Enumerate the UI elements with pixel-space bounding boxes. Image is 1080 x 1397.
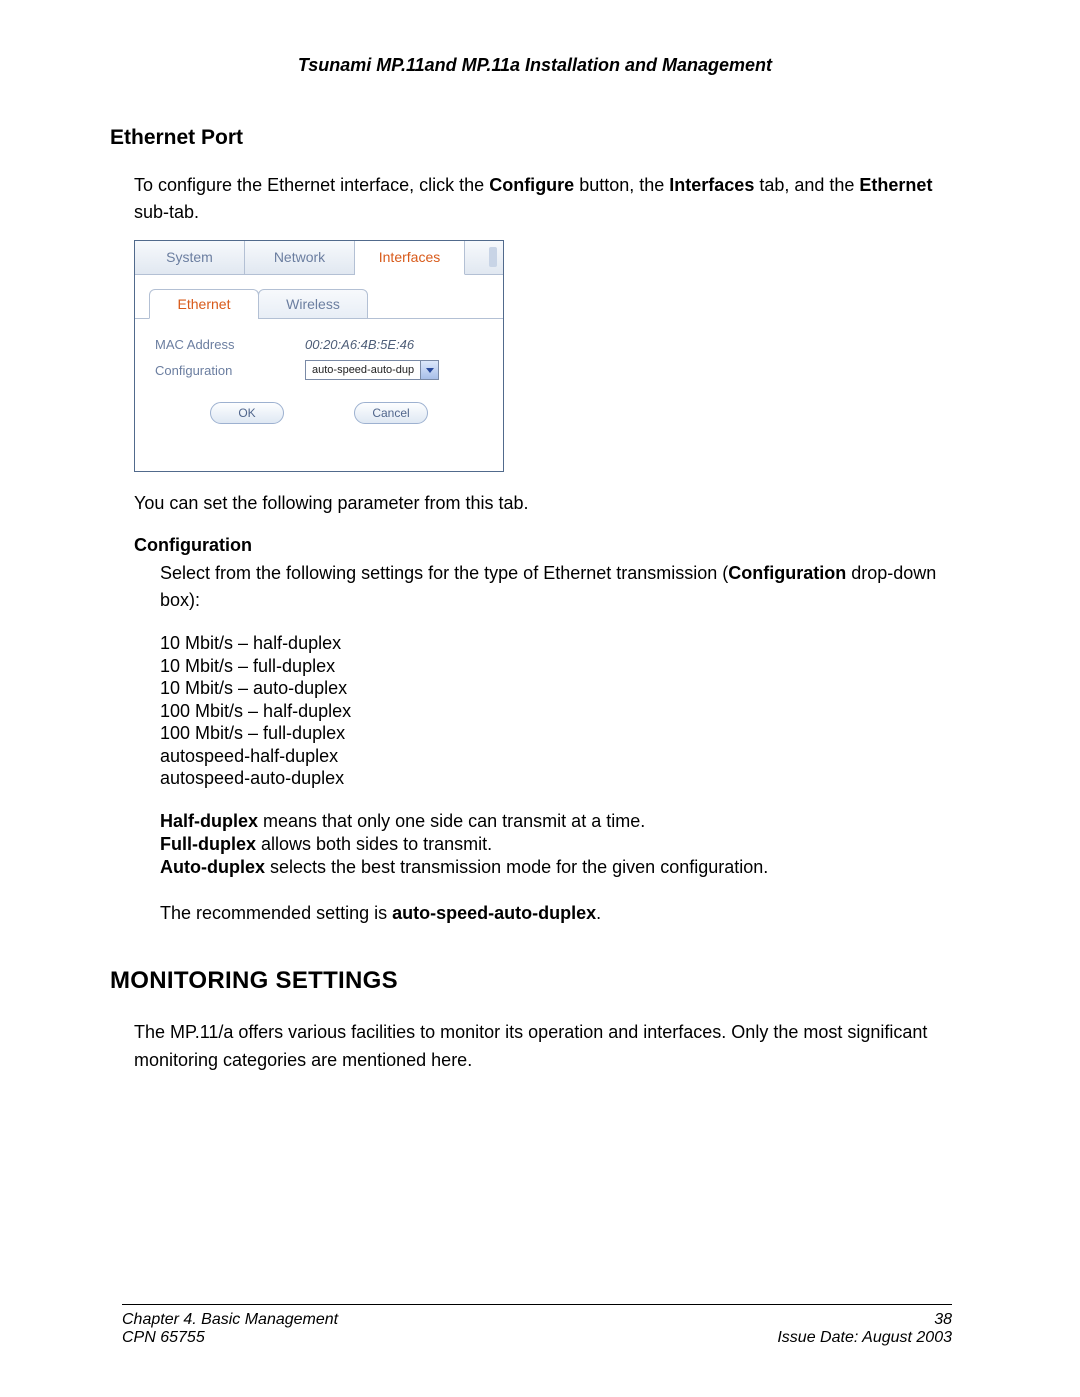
subtab-wireless[interactable]: Wireless bbox=[258, 289, 368, 319]
configuration-options-list: 10 Mbit/s – half-duplex 10 Mbit/s – full… bbox=[160, 632, 960, 790]
bold-interfaces: Interfaces bbox=[669, 175, 754, 195]
text: sub-tab. bbox=[134, 202, 199, 222]
tab-interfaces[interactable]: Interfaces bbox=[355, 241, 465, 275]
footer-issue-date: Issue Date: August 2003 bbox=[777, 1329, 952, 1347]
page-footer: Chapter 4. Basic Management 38 CPN 65755… bbox=[122, 1304, 952, 1347]
list-item: autospeed-half-duplex bbox=[160, 745, 960, 768]
tab-network[interactable]: Network bbox=[245, 241, 355, 275]
list-item: 100 Mbit/s – full-duplex bbox=[160, 722, 960, 745]
text: . bbox=[596, 903, 601, 923]
text: Select from the following settings for t… bbox=[160, 563, 728, 583]
value-mac-address: 00:20:A6:4B:5E:46 bbox=[305, 337, 414, 352]
heading-monitoring-settings: MONITORING SETTINGS bbox=[110, 967, 960, 995]
field-configuration: Configuration auto-speed-auto-dup bbox=[155, 360, 503, 380]
text-after-image: You can set the following parameter from… bbox=[134, 490, 960, 517]
monitoring-body: The MP.11/a offers various facilities to… bbox=[134, 1019, 960, 1075]
footer-cpn: CPN 65755 bbox=[122, 1329, 205, 1347]
cancel-button[interactable]: Cancel bbox=[354, 402, 428, 424]
duplex-definitions: Half-duplex means that only one side can… bbox=[160, 810, 960, 880]
list-item: 10 Mbit/s – auto-duplex bbox=[160, 677, 960, 700]
recommended-setting: The recommended setting is auto-speed-au… bbox=[160, 900, 960, 927]
document-header: Tsunami MP.11and MP.11a Installation and… bbox=[110, 55, 960, 76]
screenshot-ethernet-config-panel: System Network Interfaces Ethernet Wirel… bbox=[134, 240, 504, 472]
secondary-tabs: Ethernet Wireless bbox=[135, 289, 503, 319]
field-mac-address: MAC Address 00:20:A6:4B:5E:46 bbox=[155, 337, 503, 352]
ethernet-intro-paragraph: To configure the Ethernet interface, cli… bbox=[134, 172, 960, 226]
tab-bar-end bbox=[465, 241, 503, 275]
dropdown-selected-value: auto-speed-auto-dup bbox=[306, 364, 420, 376]
configuration-description: Select from the following settings for t… bbox=[160, 560, 960, 614]
list-item: 10 Mbit/s – half-duplex bbox=[160, 632, 960, 655]
text: tab, and the bbox=[754, 175, 859, 195]
bold-ethernet: Ethernet bbox=[859, 175, 932, 195]
bold-configure: Configure bbox=[489, 175, 574, 195]
ok-button[interactable]: OK bbox=[210, 402, 284, 424]
bold-configuration: Configuration bbox=[728, 563, 846, 583]
def-full-duplex: Full-duplex allows both sides to transmi… bbox=[160, 833, 960, 856]
bold-full-duplex: Full-duplex bbox=[160, 834, 256, 854]
subtab-ethernet[interactable]: Ethernet bbox=[149, 289, 259, 319]
chevron-down-icon[interactable] bbox=[420, 361, 438, 379]
heading-ethernet-port: Ethernet Port bbox=[110, 126, 960, 150]
primary-tabs: System Network Interfaces bbox=[135, 241, 503, 275]
list-item: 10 Mbit/s – full-duplex bbox=[160, 655, 960, 678]
text: To configure the Ethernet interface, cli… bbox=[134, 175, 489, 195]
label-configuration: Configuration bbox=[155, 363, 305, 378]
bold-recommended: auto-speed-auto-duplex bbox=[392, 903, 596, 923]
tab-system[interactable]: System bbox=[135, 241, 245, 275]
def-half-duplex: Half-duplex means that only one side can… bbox=[160, 810, 960, 833]
def-auto-duplex: Auto-duplex selects the best transmissio… bbox=[160, 856, 960, 879]
label-mac-address: MAC Address bbox=[155, 337, 305, 352]
text: means that only one side can transmit at… bbox=[258, 811, 645, 831]
text: selects the best transmission mode for t… bbox=[265, 857, 768, 877]
text: allows both sides to transmit. bbox=[256, 834, 492, 854]
text: button, the bbox=[574, 175, 669, 195]
text: The recommended setting is bbox=[160, 903, 392, 923]
button-row: OK Cancel bbox=[135, 402, 503, 424]
list-item: autospeed-auto-duplex bbox=[160, 767, 960, 790]
list-item: 100 Mbit/s – half-duplex bbox=[160, 700, 960, 723]
footer-page-number: 38 bbox=[934, 1311, 952, 1329]
bold-auto-duplex: Auto-duplex bbox=[160, 857, 265, 877]
configuration-dropdown[interactable]: auto-speed-auto-dup bbox=[305, 360, 439, 380]
subheading-configuration: Configuration bbox=[134, 535, 960, 556]
bold-half-duplex: Half-duplex bbox=[160, 811, 258, 831]
footer-chapter: Chapter 4. Basic Management bbox=[122, 1311, 338, 1329]
